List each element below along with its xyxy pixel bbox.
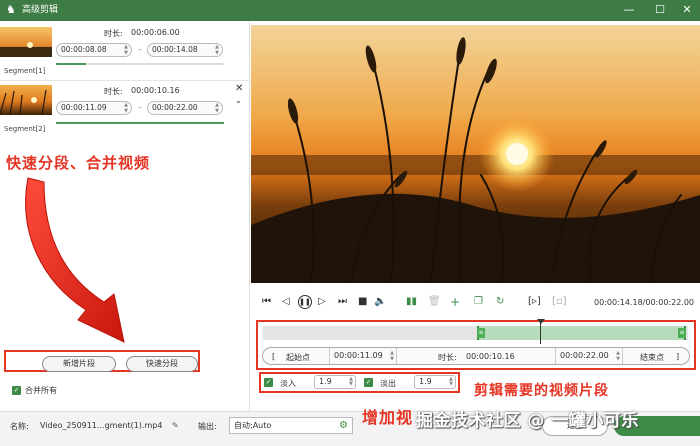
annotation-clip-segment: 剪辑需要的视频片段 bbox=[474, 383, 609, 399]
app-logo-icon: ♞ bbox=[6, 3, 16, 16]
segment-duration: 00:00:06.00 bbox=[131, 28, 180, 37]
split-icon[interactable]: ▮▮ bbox=[406, 296, 417, 308]
stop-icon[interactable]: ■ bbox=[358, 296, 367, 308]
fade-in-field[interactable]: 1.9 ▲ ▼ bbox=[314, 375, 356, 389]
trim-start-field[interactable]: 00:00:11.09 ▲ ▼ bbox=[329, 348, 397, 364]
edit-name-icon[interactable]: ✎ bbox=[172, 421, 179, 430]
spinner-icon: ▲ ▼ bbox=[349, 376, 353, 387]
segment-close-icon[interactable]: ✕ bbox=[235, 83, 243, 94]
spinner-icon: ▲ ▼ bbox=[124, 44, 128, 56]
trim-end-field[interactable]: 00:00:22.00 ▲ ▼ bbox=[555, 348, 623, 364]
merge-all-label: 合并所有 bbox=[25, 386, 57, 395]
fade-in-checkbox[interactable]: ✓ bbox=[264, 378, 273, 387]
segment-thumbnail bbox=[0, 27, 52, 57]
trim-duration-label: 时长: bbox=[438, 353, 457, 362]
fade-out-field[interactable]: 1.9 ▲ ▼ bbox=[414, 375, 456, 389]
pause-icon[interactable]: ❚❚ bbox=[298, 295, 312, 309]
end-bracket: ] bbox=[676, 352, 680, 361]
file-name: Video_250911...gment(1).mp4 bbox=[40, 421, 163, 430]
playback-time: 00:00:14.18/00:00:22.00 bbox=[594, 298, 694, 307]
segment-label: Segment[1] bbox=[4, 67, 46, 75]
trim-start-handle[interactable]: ≡ bbox=[477, 328, 485, 338]
fit-icon[interactable]: [▫] bbox=[552, 296, 567, 308]
segment-start-field[interactable]: 00:00:08.08 ▲ ▼ bbox=[56, 43, 132, 57]
segment-label: Segment[2] bbox=[4, 125, 46, 133]
segment-duration: 00:00:10.16 bbox=[131, 86, 180, 95]
gear-icon: ⚙ bbox=[339, 420, 348, 431]
annotation-add-video: 增加视 bbox=[362, 408, 414, 427]
fade-in-label: 淡入 bbox=[280, 379, 296, 388]
add-segment-button[interactable]: 新增片段 bbox=[42, 356, 116, 372]
volume-icon[interactable]: 🔈 bbox=[374, 296, 386, 308]
set-end-button[interactable]: 结束点 bbox=[640, 352, 664, 363]
segment-end-field[interactable]: 00:00:22.00 ▲ ▼ bbox=[147, 101, 223, 115]
window-title: 高级剪辑 bbox=[22, 5, 59, 15]
copy-icon[interactable]: ❐ bbox=[474, 296, 483, 308]
segment-start-field[interactable]: 00:00:11.09 ▲ ▼ bbox=[56, 101, 132, 115]
crop-icon[interactable]: [▹] bbox=[528, 296, 541, 308]
segment-progress bbox=[56, 63, 86, 65]
maximize-button[interactable]: ☐ bbox=[651, 2, 669, 18]
skip-end-icon[interactable]: ⏭ bbox=[338, 296, 347, 308]
divider bbox=[0, 80, 250, 81]
video-preview[interactable] bbox=[251, 25, 700, 283]
segment-end-field[interactable]: 00:00:14.08 ▲ ▼ bbox=[147, 43, 223, 57]
spinner-icon: ▲ ▼ bbox=[449, 376, 453, 387]
range-dash: – bbox=[138, 45, 142, 54]
spinner-icon: ▲ ▼ bbox=[215, 102, 219, 114]
segment-progress bbox=[56, 122, 224, 124]
add-icon[interactable]: + bbox=[450, 296, 460, 308]
title-bar: ♞ 高级剪辑 — ☐ ✕ bbox=[0, 0, 700, 21]
close-button[interactable]: ✕ bbox=[678, 2, 696, 18]
spinner-icon: ▲ ▼ bbox=[215, 44, 219, 56]
annotation-arrow-icon bbox=[25, 177, 125, 343]
spinner-icon: ▲ ▼ bbox=[390, 350, 394, 362]
chevron-down-icon[interactable]: ⌄ bbox=[235, 96, 242, 105]
merge-all-checkbox[interactable]: ✓ bbox=[12, 386, 21, 395]
minimize-button[interactable]: — bbox=[620, 2, 638, 18]
name-label: 名称: bbox=[10, 422, 29, 431]
quick-split-button[interactable]: 快速分段 bbox=[126, 356, 198, 372]
delete-icon[interactable]: 🗑 bbox=[428, 296, 441, 308]
fade-out-checkbox[interactable]: ✓ bbox=[364, 378, 373, 387]
reset-icon[interactable]: ↻ bbox=[496, 296, 504, 308]
timeline-selection[interactable] bbox=[477, 326, 686, 340]
spinner-icon: ▲ ▼ bbox=[616, 350, 620, 362]
skip-start-icon[interactable]: ⏮ bbox=[262, 296, 271, 308]
start-bracket: [ bbox=[272, 352, 276, 361]
set-start-button[interactable]: 起始点 bbox=[286, 352, 310, 363]
watermark: 掘金技术社区 @ 一罐小可乐 bbox=[416, 411, 639, 431]
segment-duration-label: 时长: bbox=[104, 29, 123, 38]
playhead-marker-icon[interactable] bbox=[537, 319, 545, 324]
prev-frame-icon[interactable]: ◁ bbox=[282, 296, 290, 308]
segment-duration-label: 时长: bbox=[104, 87, 123, 96]
segment-thumbnail bbox=[0, 85, 52, 115]
fade-out-label: 淡出 bbox=[380, 379, 396, 388]
spinner-icon: ▲ ▼ bbox=[124, 102, 128, 114]
range-dash: – bbox=[138, 103, 142, 112]
trim-end-handle[interactable]: ≡ bbox=[678, 328, 686, 338]
output-select[interactable]: 自动;Auto ⚙ bbox=[229, 417, 353, 434]
trim-duration: 00:00:10.16 bbox=[466, 352, 515, 361]
output-label: 输出: bbox=[198, 422, 217, 431]
next-frame-icon[interactable]: ▷ bbox=[318, 296, 326, 308]
